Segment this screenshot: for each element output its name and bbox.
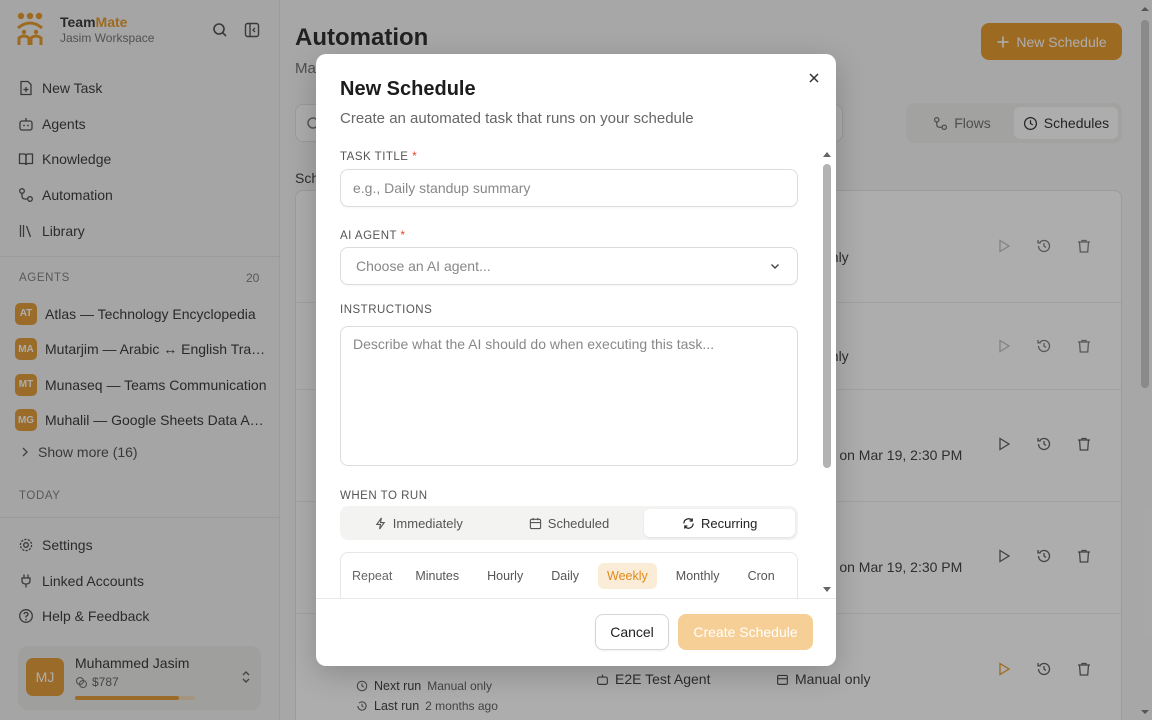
repeat-hourly[interactable]: Hourly [478, 563, 532, 589]
task-title-label: TASK TITLE * [340, 151, 418, 163]
refresh-icon [683, 517, 694, 529]
scroll-down-icon[interactable] [1138, 707, 1152, 717]
scroll-up-icon[interactable] [821, 150, 833, 158]
repeat-label: Repeat [352, 569, 393, 583]
repeat-monthly[interactable]: Monthly [667, 563, 729, 589]
close-icon[interactable] [804, 68, 824, 88]
repeat-daily[interactable]: Daily [542, 563, 588, 589]
instructions-label: INSTRUCTIONS [340, 304, 433, 316]
dialog-scrollbar[interactable] [821, 150, 833, 596]
page-scrollbar[interactable] [1138, 0, 1152, 720]
dialog-title: New Schedule [340, 78, 476, 100]
chevron-down-icon [771, 264, 779, 269]
task-title-input[interactable]: e.g., Daily standup summary [340, 169, 798, 207]
cancel-button[interactable]: Cancel [595, 614, 669, 650]
dialog-footer: Cancel Create Schedule [316, 598, 836, 666]
lightning-icon [375, 517, 386, 529]
dialog-subtitle: Create an automated task that runs on yo… [340, 110, 694, 127]
scroll-down-icon[interactable] [821, 586, 833, 594]
repeat-weekly[interactable]: Weekly [598, 563, 657, 589]
repeat-cron[interactable]: Cron [739, 563, 784, 589]
dialog-scrollbar-thumb[interactable] [823, 164, 831, 468]
create-schedule-button[interactable]: Create Schedule [678, 614, 813, 650]
repeat-minutes[interactable]: Minutes [406, 563, 468, 589]
tab-recurring[interactable]: Recurring [644, 509, 796, 537]
new-schedule-dialog: New Schedule Create an automated task th… [316, 54, 836, 666]
tab-scheduled[interactable]: Scheduled [494, 509, 645, 537]
ai-agent-label: AI AGENT * [340, 230, 406, 242]
instructions-textarea[interactable]: Describe what the AI should do when exec… [340, 326, 798, 466]
when-to-run-tabs: Immediately Scheduled Recurring [340, 506, 798, 540]
scroll-up-icon[interactable] [1138, 4, 1152, 14]
page-scrollbar-thumb[interactable] [1141, 20, 1149, 388]
dialog-body: TASK TITLE * e.g., Daily standup summary… [340, 150, 798, 598]
when-to-run-label: WHEN TO RUN [340, 490, 428, 502]
repeat-options: Repeat Minutes Hourly Daily Weekly Month… [340, 552, 798, 598]
ai-agent-select[interactable]: Choose an AI agent... [340, 247, 798, 285]
tab-immediately[interactable]: Immediately [343, 509, 494, 537]
calendar-icon [529, 517, 541, 529]
